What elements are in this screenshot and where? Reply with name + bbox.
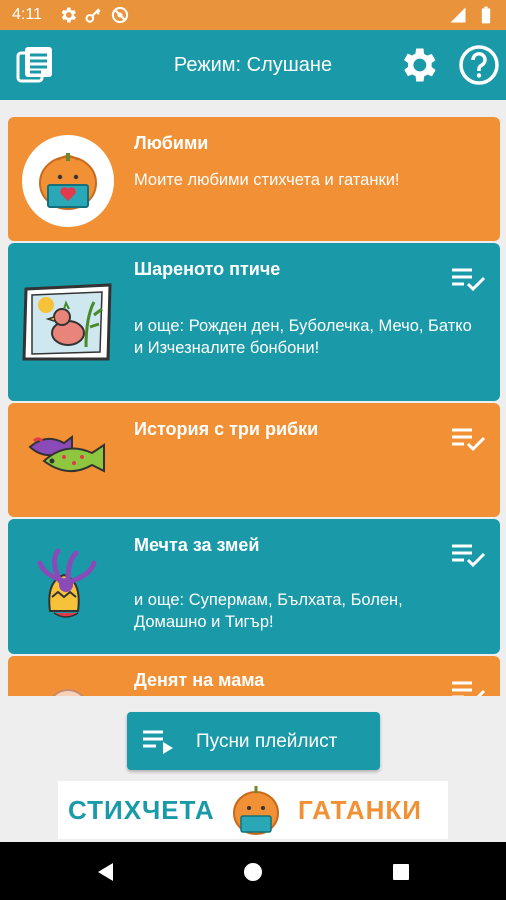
status-bar: 4:11 bbox=[0, 0, 506, 30]
battery-icon bbox=[481, 6, 491, 24]
monster-egg-icon bbox=[37, 548, 97, 618]
list-item-kite-dream[interactable]: Мечта за змей и още: Супермам, Бълхата, … bbox=[8, 519, 500, 654]
item-title: Шареното птиче bbox=[134, 259, 281, 279]
status-time: 4:11 bbox=[12, 6, 42, 23]
bird-picture-icon bbox=[22, 283, 112, 361]
signal-icon bbox=[450, 7, 466, 23]
brand-banner: СТИХЧЕТА ГАТАНКИ bbox=[58, 781, 448, 839]
pumpkin-book-icon bbox=[39, 153, 97, 210]
list-item-colorful-bird[interactable]: Шареното птиче и още: Рожден ден, Буболе… bbox=[8, 243, 500, 401]
blocked-icon bbox=[111, 6, 129, 24]
help-icon[interactable] bbox=[458, 44, 500, 86]
item-subtitle: Моите любими стихчета и гатанки! bbox=[134, 171, 400, 189]
item-subtitle: и още: Рожден ден, Буболечка, Мечо, Батк… bbox=[134, 317, 472, 357]
list-item-three-fish[interactable]: История с три рибки bbox=[8, 403, 500, 517]
screen: 4:11 Режим: Слушане Любими Моите любими … bbox=[0, 0, 506, 900]
playlist-check-icon[interactable] bbox=[450, 265, 486, 293]
playlist-check-icon[interactable] bbox=[450, 541, 486, 569]
pumpkin-logo-icon bbox=[233, 786, 279, 835]
fish-icon bbox=[28, 435, 105, 473]
gear-icon[interactable] bbox=[396, 43, 440, 87]
play-playlist-label: Пусни плейлист bbox=[196, 731, 338, 752]
banner-right-text: ГАТАНКИ bbox=[298, 795, 422, 825]
recents-icon[interactable] bbox=[390, 861, 412, 883]
home-icon[interactable] bbox=[242, 861, 264, 883]
app-bar: Режим: Слушане bbox=[0, 30, 506, 100]
playlist-play-icon bbox=[143, 730, 173, 754]
item-title: Денят на мама bbox=[134, 670, 265, 690]
navigation-bar bbox=[0, 842, 506, 900]
item-title: Любими bbox=[134, 133, 209, 153]
item-subtitle: и още: Супермам, Бълхата, Болен, Домашно… bbox=[134, 591, 403, 631]
item-title: Мечта за змей bbox=[134, 535, 260, 555]
baby-icon bbox=[52, 689, 84, 696]
list-item-mothers-day[interactable]: Денят на мама bbox=[8, 656, 500, 696]
settings-icon bbox=[61, 7, 76, 23]
status-right-icons bbox=[448, 5, 496, 25]
favorites-thumbnail bbox=[22, 135, 114, 227]
play-playlist-button[interactable]: Пусни плейлист bbox=[127, 712, 380, 770]
banner-left-text: СТИХЧЕТА bbox=[68, 795, 215, 825]
back-icon[interactable] bbox=[95, 861, 117, 883]
playlist-check-icon[interactable] bbox=[450, 678, 486, 696]
item-title: История с три рибки bbox=[134, 419, 319, 439]
status-icons bbox=[58, 5, 130, 25]
key-icon bbox=[85, 8, 101, 23]
playlist-check-icon[interactable] bbox=[450, 425, 486, 453]
list-item-favorites[interactable]: Любими Моите любими стихчета и гатанки! bbox=[8, 117, 500, 241]
playlist-list[interactable]: Любими Моите любими стихчета и гатанки! … bbox=[0, 100, 506, 696]
